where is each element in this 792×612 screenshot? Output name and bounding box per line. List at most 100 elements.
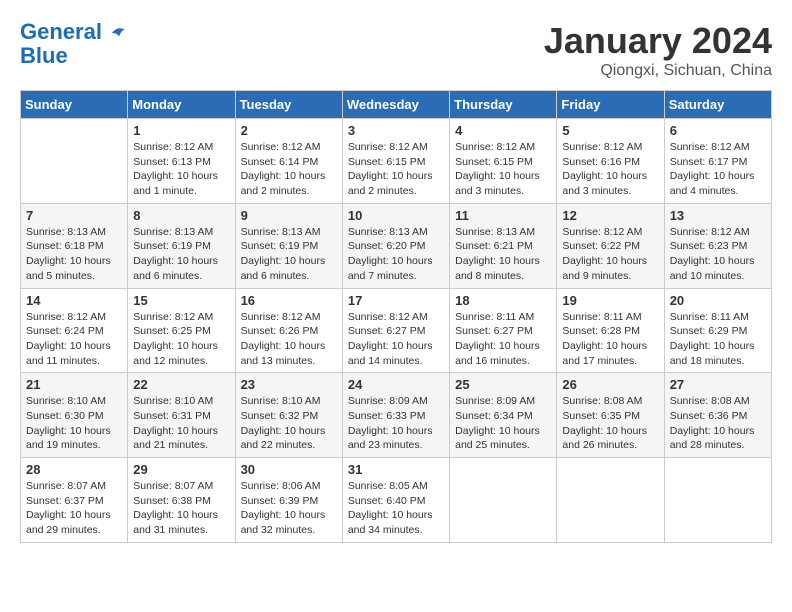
logo-bird-icon	[110, 24, 128, 42]
calendar-cell: 15 Sunrise: 8:12 AMSunset: 6:25 PMDayligh…	[128, 288, 235, 373]
day-info: Sunrise: 8:13 AMSunset: 6:18 PMDaylight:…	[26, 225, 122, 284]
calendar-cell: 25 Sunrise: 8:09 AMSunset: 6:34 PMDayligh…	[450, 373, 557, 458]
day-info: Sunrise: 8:11 AMSunset: 6:28 PMDaylight:…	[562, 310, 658, 369]
day-info: Sunrise: 8:05 AMSunset: 6:40 PMDaylight:…	[348, 479, 444, 538]
calendar-week-row: 28 Sunrise: 8:07 AMSunset: 6:37 PMDayligh…	[21, 458, 772, 543]
calendar-cell: 30 Sunrise: 8:06 AMSunset: 6:39 PMDayligh…	[235, 458, 342, 543]
calendar-cell	[21, 119, 128, 204]
day-info: Sunrise: 8:10 AMSunset: 6:30 PMDaylight:…	[26, 394, 122, 453]
calendar-cell: 5 Sunrise: 8:12 AMSunset: 6:16 PMDaylight…	[557, 119, 664, 204]
day-number: 1	[133, 123, 229, 138]
day-info: Sunrise: 8:08 AMSunset: 6:36 PMDaylight:…	[670, 394, 766, 453]
day-number: 21	[26, 377, 122, 392]
day-number: 16	[241, 293, 337, 308]
day-info: Sunrise: 8:12 AMSunset: 6:14 PMDaylight:…	[241, 140, 337, 199]
day-number: 13	[670, 208, 766, 223]
day-number: 4	[455, 123, 551, 138]
calendar-cell: 24Sunrise: 8:09 AMSunset: 6:33 PMDayligh…	[342, 373, 449, 458]
day-number: 26	[562, 377, 658, 392]
calendar-cell: 29 Sunrise: 8:07 AMSunset: 6:38 PMDayligh…	[128, 458, 235, 543]
calendar-cell: 9 Sunrise: 8:13 AMSunset: 6:19 PMDaylight…	[235, 203, 342, 288]
calendar-cell: 8 Sunrise: 8:13 AMSunset: 6:19 PMDaylight…	[128, 203, 235, 288]
calendar-cell: 18 Sunrise: 8:11 AMSunset: 6:27 PMDayligh…	[450, 288, 557, 373]
day-info: Sunrise: 8:06 AMSunset: 6:39 PMDaylight:…	[241, 479, 337, 538]
logo-text: General	[20, 20, 128, 44]
day-number: 20	[670, 293, 766, 308]
logo: General Blue	[20, 20, 128, 68]
day-info: Sunrise: 8:13 AMSunset: 6:19 PMDaylight:…	[133, 225, 229, 284]
calendar-cell	[557, 458, 664, 543]
calendar-cell: 20 Sunrise: 8:11 AMSunset: 6:29 PMDayligh…	[664, 288, 771, 373]
location: Qiongxi, Sichuan, China	[544, 62, 772, 80]
day-info: Sunrise: 8:11 AMSunset: 6:29 PMDaylight:…	[670, 310, 766, 369]
calendar-cell: 2 Sunrise: 8:12 AMSunset: 6:14 PMDaylight…	[235, 119, 342, 204]
day-number: 6	[670, 123, 766, 138]
day-number: 14	[26, 293, 122, 308]
day-number: 30	[241, 462, 337, 477]
calendar-cell: 26Sunrise: 8:08 AMSunset: 6:35 PMDayligh…	[557, 373, 664, 458]
day-info: Sunrise: 8:07 AMSunset: 6:38 PMDaylight:…	[133, 479, 229, 538]
day-number: 17	[348, 293, 444, 308]
page-container: General Blue January 2024 Qiongxi, Sichu…	[20, 20, 772, 543]
weekday-header-row: SundayMondayTuesdayWednesdayThursdayFrid…	[21, 91, 772, 119]
day-number: 23	[241, 377, 337, 392]
weekday-header: Friday	[557, 91, 664, 119]
day-number: 31	[348, 462, 444, 477]
day-number: 11	[455, 208, 551, 223]
day-info: Sunrise: 8:13 AMSunset: 6:19 PMDaylight:…	[241, 225, 337, 284]
weekday-header: Thursday	[450, 91, 557, 119]
calendar-week-row: 1Sunrise: 8:12 AMSunset: 6:13 PMDaylight…	[21, 119, 772, 204]
day-number: 18	[455, 293, 551, 308]
day-number: 28	[26, 462, 122, 477]
calendar-cell: 28 Sunrise: 8:07 AMSunset: 6:37 PMDayligh…	[21, 458, 128, 543]
day-info: Sunrise: 8:07 AMSunset: 6:37 PMDaylight:…	[26, 479, 122, 538]
day-info: Sunrise: 8:12 AMSunset: 6:25 PMDaylight:…	[133, 310, 229, 369]
weekday-header: Wednesday	[342, 91, 449, 119]
day-info: Sunrise: 8:12 AMSunset: 6:17 PMDaylight:…	[670, 140, 766, 199]
calendar-cell: 10 Sunrise: 8:13 AMSunset: 6:20 PMDayligh…	[342, 203, 449, 288]
calendar-week-row: 14 Sunrise: 8:12 AMSunset: 6:24 PMDayligh…	[21, 288, 772, 373]
calendar-cell: 11 Sunrise: 8:13 AMSunset: 6:21 PMDayligh…	[450, 203, 557, 288]
day-number: 8	[133, 208, 229, 223]
day-info: Sunrise: 8:12 AMSunset: 6:22 PMDaylight:…	[562, 225, 658, 284]
day-info: Sunrise: 8:09 AMSunset: 6:33 PMDaylight:…	[348, 394, 444, 453]
day-number: 12	[562, 208, 658, 223]
month-title: January 2024	[544, 20, 772, 62]
day-number: 15	[133, 293, 229, 308]
day-number: 25	[455, 377, 551, 392]
title-block: January 2024 Qiongxi, Sichuan, China	[544, 20, 772, 80]
calendar-week-row: 21 Sunrise: 8:10 AMSunset: 6:30 PMDayligh…	[21, 373, 772, 458]
day-number: 27	[670, 377, 766, 392]
day-number: 7	[26, 208, 122, 223]
day-number: 3	[348, 123, 444, 138]
calendar-cell: 7 Sunrise: 8:13 AMSunset: 6:18 PMDaylight…	[21, 203, 128, 288]
day-number: 2	[241, 123, 337, 138]
day-number: 5	[562, 123, 658, 138]
calendar-cell: 16Sunrise: 8:12 AMSunset: 6:26 PMDayligh…	[235, 288, 342, 373]
calendar-cell: 4 Sunrise: 8:12 AMSunset: 6:15 PMDaylight…	[450, 119, 557, 204]
day-info: Sunrise: 8:13 AMSunset: 6:21 PMDaylight:…	[455, 225, 551, 284]
calendar-cell: 13Sunrise: 8:12 AMSunset: 6:23 PMDayligh…	[664, 203, 771, 288]
day-info: Sunrise: 8:10 AMSunset: 6:32 PMDaylight:…	[241, 394, 337, 453]
day-number: 9	[241, 208, 337, 223]
calendar-cell	[664, 458, 771, 543]
day-info: Sunrise: 8:12 AMSunset: 6:16 PMDaylight:…	[562, 140, 658, 199]
day-number: 19	[562, 293, 658, 308]
day-info: Sunrise: 8:12 AMSunset: 6:15 PMDaylight:…	[348, 140, 444, 199]
day-info: Sunrise: 8:09 AMSunset: 6:34 PMDaylight:…	[455, 394, 551, 453]
day-number: 10	[348, 208, 444, 223]
weekday-header: Saturday	[664, 91, 771, 119]
day-info: Sunrise: 8:12 AMSunset: 6:24 PMDaylight:…	[26, 310, 122, 369]
day-number: 29	[133, 462, 229, 477]
weekday-header: Monday	[128, 91, 235, 119]
weekday-header: Sunday	[21, 91, 128, 119]
day-info: Sunrise: 8:11 AMSunset: 6:27 PMDaylight:…	[455, 310, 551, 369]
calendar-cell	[450, 458, 557, 543]
calendar-week-row: 7 Sunrise: 8:13 AMSunset: 6:18 PMDaylight…	[21, 203, 772, 288]
day-info: Sunrise: 8:12 AMSunset: 6:15 PMDaylight:…	[455, 140, 551, 199]
day-info: Sunrise: 8:10 AMSunset: 6:31 PMDaylight:…	[133, 394, 229, 453]
calendar-cell: 3 Sunrise: 8:12 AMSunset: 6:15 PMDaylight…	[342, 119, 449, 204]
day-number: 22	[133, 377, 229, 392]
day-info: Sunrise: 8:13 AMSunset: 6:20 PMDaylight:…	[348, 225, 444, 284]
calendar-cell: 6 Sunrise: 8:12 AMSunset: 6:17 PMDaylight…	[664, 119, 771, 204]
